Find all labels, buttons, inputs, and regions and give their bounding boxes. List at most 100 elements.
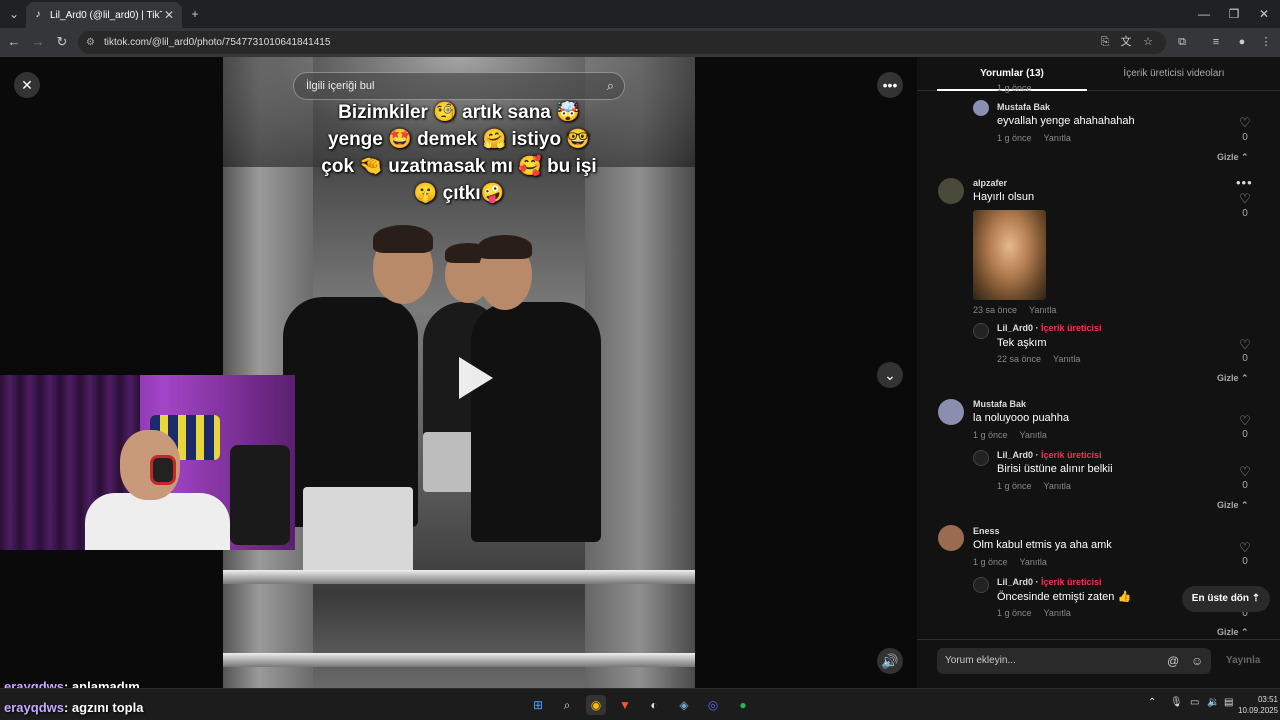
search-icon[interactable]: ⌕ [607, 73, 614, 99]
post-button[interactable]: Yayınla [1226, 648, 1260, 674]
system-clock[interactable]: 03:51 10.09.2025 [1238, 694, 1278, 716]
comment-time: 23 sa önce [973, 305, 1018, 315]
windows-start-icon[interactable]: ⊞ [528, 695, 548, 715]
webcam-chair [230, 445, 290, 545]
comment-text: Olm kabul etmis ya aha amk [973, 539, 1112, 551]
media-control-icon[interactable]: ≡ [1206, 32, 1226, 52]
comment-time: 1 g önce [997, 133, 1032, 143]
comment-time: 1 g önce [997, 608, 1032, 618]
tab-search-icon[interactable]: ⌄ [4, 4, 24, 24]
browser-menu-icon[interactable]: ⋮ [1256, 32, 1276, 52]
browser-tab[interactable]: ♪ Lil_Ard0 (@lil_ard0) | TikTok ✕ [26, 2, 182, 28]
profile-avatar[interactable]: ● [1232, 32, 1252, 52]
avatar[interactable] [973, 323, 989, 339]
extensions-icon[interactable]: ⧉ [1172, 32, 1192, 52]
photo-search-input[interactable]: İlgili içeriği bul ⌕ [293, 72, 625, 100]
hide-replies-button[interactable]: Gizle ⌃ [1217, 373, 1249, 384]
partial-comment-time: 1 g önce [997, 83, 1032, 93]
emoji-icon[interactable]: ☺ [1191, 648, 1203, 674]
like-count: 0 [1242, 429, 1248, 440]
tray-chevron-icon[interactable]: ⌃ [1148, 697, 1156, 708]
brave-icon[interactable]: ▼ [615, 695, 635, 715]
microphone-icon[interactable]: 🎙 [1170, 697, 1183, 708]
handrail-lower [223, 653, 695, 667]
comment-username[interactable]: Lil_Ard0 · İçerik üreticisi [997, 577, 1102, 587]
obs-icon[interactable]: ◐ [644, 695, 664, 715]
back-button[interactable]: ← [4, 32, 24, 52]
network-icon[interactable]: ▭ [1190, 697, 1199, 708]
reply-button[interactable]: Yanıtla [1044, 608, 1071, 618]
discord-icon[interactable]: ◎ [703, 695, 723, 715]
comment-time: 1 g önce [973, 557, 1008, 567]
reply-button[interactable]: Yanıtla [1044, 481, 1071, 491]
like-heart-icon[interactable]: ♡ [1238, 191, 1252, 207]
play-icon[interactable] [459, 357, 493, 399]
new-tab-button[interactable]: + [185, 4, 205, 24]
back-to-top-button[interactable]: En üste dön ⇡ [1182, 586, 1270, 612]
chevron-down-icon[interactable]: ⌄ [877, 362, 903, 388]
app-icon[interactable]: ◈ [674, 695, 694, 715]
restore-button[interactable]: ❐ [1224, 4, 1244, 24]
volume-icon[interactable]: 🔊 [877, 648, 903, 674]
chat-text: : agzını topla [63, 700, 144, 715]
search-icon[interactable]: ⌕ [557, 695, 577, 715]
chat-message: erayqdws: agzını topla [4, 700, 143, 715]
site-info-icon[interactable]: ⚙ [86, 31, 95, 54]
chrome-icon[interactable]: ◉ [586, 695, 606, 715]
translate-icon[interactable]: 文 [1116, 32, 1136, 52]
avatar[interactable] [938, 525, 964, 551]
address-bar[interactable]: ⚙ tiktok.com/@lil_ard0/photo/75477310106… [78, 31, 1166, 54]
comment-meta: 23 sa önce Yanıtla [973, 305, 1056, 315]
comment-username[interactable]: Lil_Ard0 · İçerik üreticisi [997, 323, 1102, 333]
shorts-left [303, 487, 413, 577]
toolbar: ← → ↻ ⚙ tiktok.com/@lil_ard0/photo/75477… [0, 28, 1280, 57]
spotify-icon[interactable]: ● [733, 695, 753, 715]
comment-username[interactable]: Eness [973, 526, 1000, 536]
elevator-photo[interactable]: İlgili içeriği bul ⌕ Bizimkiler 🧐 artık … [223, 57, 695, 688]
avatar[interactable] [938, 399, 964, 425]
tab-creator-videos[interactable]: İçerik üreticisi videoları [1097, 57, 1251, 91]
photo-search-placeholder: İlgili içeriği bul [306, 80, 375, 92]
reload-button[interactable]: ↻ [52, 32, 72, 52]
hide-replies-button[interactable]: Gizle ⌃ [1217, 500, 1249, 511]
like-heart-icon[interactable]: ♡ [1238, 540, 1252, 556]
reply-button[interactable]: Yanıtla [1053, 354, 1080, 364]
comment-username[interactable]: alpzafer [973, 178, 1007, 188]
like-heart-icon[interactable]: ♡ [1238, 337, 1252, 353]
chat-username: erayqdws [4, 700, 64, 715]
like-heart-icon[interactable]: ♡ [1238, 464, 1252, 480]
comment-username[interactable]: Lil_Ard0 · İçerik üreticisi [997, 450, 1102, 460]
streamer-webcam [0, 375, 295, 550]
reply-button[interactable]: Yanıtla [1029, 305, 1056, 315]
hair-left [373, 225, 433, 253]
hide-replies-button[interactable]: Gizle ⌃ [1217, 627, 1249, 638]
forward-button[interactable]: → [28, 32, 48, 52]
avatar[interactable] [973, 577, 989, 593]
avatar[interactable] [938, 178, 964, 204]
reply-button[interactable]: Yanıtla [1020, 557, 1047, 567]
like-count: 0 [1242, 353, 1248, 364]
install-app-icon[interactable]: ⎘ [1095, 32, 1115, 52]
close-tab-icon[interactable]: ✕ [162, 8, 176, 22]
comment-username[interactable]: Mustafa Bak [973, 399, 1026, 409]
like-heart-icon[interactable]: ♡ [1238, 115, 1252, 131]
close-window-button[interactable]: ✕ [1254, 4, 1274, 24]
comment-username[interactable]: Mustafa Bak [997, 102, 1050, 112]
hide-replies-button[interactable]: Gizle ⌃ [1217, 152, 1249, 163]
comment-input[interactable]: Yorum ekleyin... @ ☺ [937, 648, 1211, 674]
reply-button[interactable]: Yanıtla [1044, 133, 1071, 143]
close-viewer-icon[interactable]: ✕ [14, 72, 40, 98]
comment-more-icon[interactable]: ••• [1236, 175, 1253, 190]
avatar[interactable] [973, 450, 989, 466]
speaker-icon[interactable]: 🔉 [1207, 697, 1219, 708]
more-options-icon[interactable]: ••• [877, 72, 903, 98]
clock-date: 10.09.2025 [1238, 706, 1279, 715]
minimize-button[interactable]: — [1194, 4, 1214, 24]
notification-icon[interactable]: ▤ [1224, 697, 1233, 708]
reply-button[interactable]: Yanıtla [1020, 430, 1047, 440]
comment-gif-image[interactable] [973, 210, 1046, 300]
like-heart-icon[interactable]: ♡ [1238, 413, 1252, 429]
bookmark-star-icon[interactable]: ☆ [1138, 32, 1158, 52]
avatar[interactable] [973, 100, 989, 116]
mention-icon[interactable]: @ [1167, 648, 1179, 674]
